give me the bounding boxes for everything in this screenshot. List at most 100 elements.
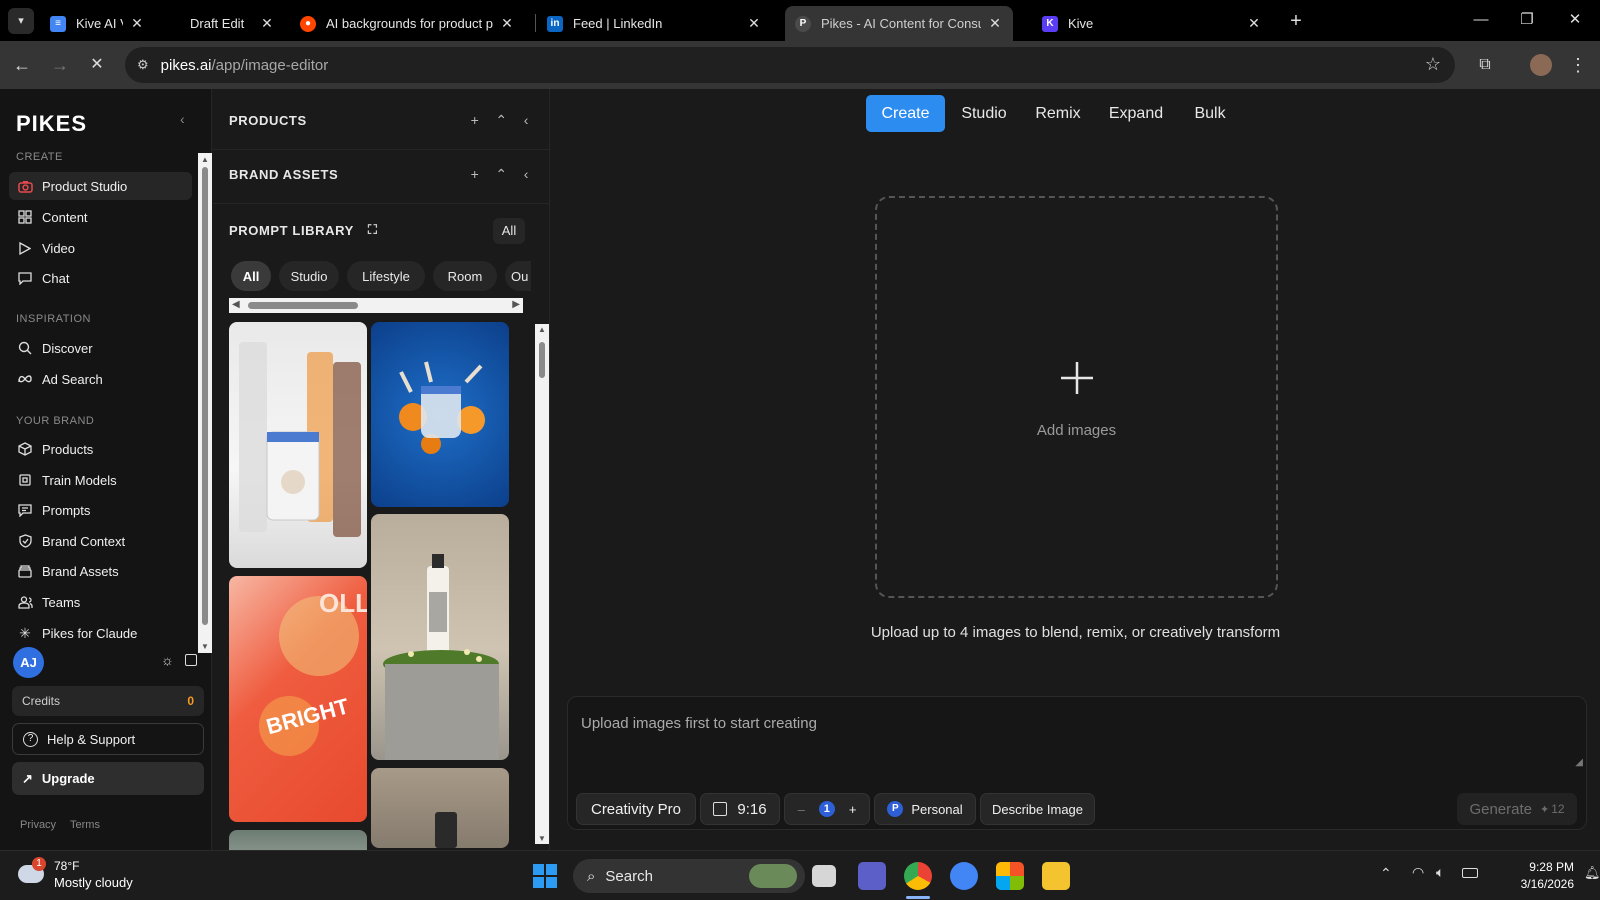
notification-bell-icon[interactable]: 🔔︎ [1584, 865, 1600, 881]
sidebar-item-chat[interactable]: Chat [9, 264, 192, 292]
sidebar-item-products[interactable]: Products [9, 435, 192, 463]
sidebar-item-brand-assets[interactable]: Brand Assets [9, 557, 192, 585]
profile-avatar-icon[interactable] [1530, 54, 1552, 76]
new-tab-icon[interactable]: + [1283, 8, 1309, 34]
expand-icon[interactable]: ⛶ [368, 222, 378, 238]
browser-tab-ai-backgrounds[interactable]: ● AI backgrounds for product pho ✕ [290, 6, 525, 41]
terms-link[interactable]: Terms [70, 819, 100, 831]
image-count-stepper[interactable]: – 1 + [784, 793, 870, 825]
sidebar-item-discover[interactable]: Discover [9, 334, 192, 362]
sidebar-item-video[interactable]: Video [9, 234, 192, 262]
sidebar-item-prompts[interactable]: Prompts [9, 496, 192, 524]
close-icon[interactable]: ✕ [987, 15, 1003, 32]
taskbar-search[interactable]: ⌕ Search [573, 859, 805, 893]
microsoft-store-icon[interactable] [996, 862, 1024, 890]
brand-assets-section-header[interactable]: BRAND ASSETS + ⌃ ‹ [229, 147, 529, 201]
prompt-library-scrollbar[interactable]: ▲ ▼ [535, 324, 549, 844]
close-icon[interactable]: ✕ [129, 15, 145, 32]
chip-room[interactable]: Room [433, 261, 497, 291]
prompt-input[interactable]: Upload images first to start creating ◢ … [567, 696, 1587, 830]
browser-menu-icon[interactable]: ⋮ [1566, 53, 1590, 77]
chevron-left-icon[interactable]: ‹ [524, 112, 529, 128]
browser-tab-pikes[interactable]: P Pikes - AI Content for Consume ✕ [785, 6, 1013, 41]
volume-icon[interactable]: 🔈︎ [1436, 864, 1444, 881]
privacy-link[interactable]: Privacy [20, 819, 56, 831]
browser-tab-kive-ai[interactable]: ≡ Kive AI Vs ✕ [40, 6, 155, 41]
minimize-icon[interactable]: — [1458, 8, 1504, 32]
back-icon[interactable]: ← [10, 53, 34, 77]
sidebar-item-pikes-for-claude[interactable]: ✳ Pikes for Claude [9, 619, 192, 647]
prompt-thumbnail-dark-bottle[interactable] [371, 768, 509, 848]
tab-create[interactable]: Create [866, 95, 945, 132]
prompt-thumbnail-bright-drink[interactable]: BRIGHT OLL [229, 576, 367, 822]
prompt-thumbnail-supplement-jars[interactable] [229, 322, 367, 568]
google-icon[interactable] [950, 862, 978, 890]
close-icon[interactable]: ✕ [499, 15, 515, 32]
stop-loading-icon[interactable]: ✕ [85, 53, 109, 77]
resize-handle-icon[interactable]: ◢ [1575, 757, 1583, 768]
describe-image-button[interactable]: Describe Image [980, 793, 1095, 825]
upgrade-button[interactable]: ↗ Upgrade [12, 762, 204, 795]
avatar[interactable]: AJ [13, 647, 44, 678]
chevron-up-icon[interactable]: ⌃ [495, 112, 507, 129]
products-section-header[interactable]: PRODUCTS + ⌃ ‹ [229, 93, 529, 147]
sidebar-item-train-models[interactable]: Train Models [9, 466, 192, 494]
sidebar-item-brand-context[interactable]: Brand Context [9, 527, 192, 555]
weather-widget[interactable]: 1 78°F Mostly cloudy [18, 857, 158, 893]
prompt-filter-button[interactable]: All [493, 218, 525, 244]
tab-expand[interactable]: Expand [1104, 95, 1168, 132]
extensions-icon[interactable]: ⧉ [1473, 53, 1497, 77]
workspace-select-button[interactable]: P Personal [874, 793, 976, 825]
layout-toggle-icon[interactable] [185, 654, 197, 666]
url-bar[interactable]: ⚙ pikes.ai/app/image-editor ☆ [125, 47, 1455, 83]
wifi-icon[interactable]: ◠ [1412, 864, 1424, 881]
browser-tab-kive[interactable]: K Kive ✕ [1032, 6, 1272, 41]
windows-start-icon[interactable] [533, 864, 557, 888]
sidebar-scrollbar[interactable]: ▲ ▼ [198, 153, 212, 653]
chip-lifestyle[interactable]: Lifestyle [347, 261, 425, 291]
prompt-thumbnail-citrus-jar[interactable] [371, 322, 509, 507]
restore-icon[interactable]: ❐ [1504, 8, 1550, 32]
close-icon[interactable]: ✕ [259, 15, 275, 32]
chevron-left-icon[interactable]: ‹ [524, 166, 529, 182]
generate-button[interactable]: Generate ✦ 12 [1457, 793, 1577, 825]
browser-tab-draft-edit[interactable]: Draft Edit ✕ [180, 6, 285, 41]
sidebar-item-content[interactable]: Content [9, 203, 192, 231]
task-view-icon[interactable] [812, 865, 836, 887]
battery-icon[interactable] [1462, 868, 1478, 878]
model-select-button[interactable]: Creativity Pro [576, 793, 696, 825]
tab-studio[interactable]: Studio [955, 95, 1013, 132]
close-icon[interactable]: ✕ [746, 15, 762, 32]
show-hidden-icons[interactable]: ⌃ [1380, 865, 1392, 882]
add-product-icon[interactable]: + [471, 112, 480, 128]
chrome-icon[interactable] [904, 862, 932, 890]
clock[interactable]: 9:28 PM 3/16/2026 [1496, 859, 1574, 893]
theme-toggle-icon[interactable]: ☼ [161, 652, 174, 668]
sidebar-item-teams[interactable]: Teams [9, 588, 192, 616]
chip-studio[interactable]: Studio [279, 261, 339, 291]
teams-meet-icon[interactable] [858, 862, 886, 890]
chip-all[interactable]: All [231, 261, 271, 291]
tab-remix[interactable]: Remix [1029, 95, 1087, 132]
increment-button[interactable]: + [849, 802, 857, 817]
tab-search-dropdown[interactable]: ▾ [8, 8, 34, 34]
browser-tab-linkedin[interactable]: in Feed | LinkedIn ✕ [537, 6, 772, 41]
site-info-icon[interactable]: ⚙ [137, 57, 149, 73]
forward-icon[interactable]: → [48, 53, 72, 77]
tab-bulk[interactable]: Bulk [1185, 95, 1235, 132]
chip-outdoor[interactable]: Ou [505, 261, 531, 291]
add-brand-asset-icon[interactable]: + [471, 166, 480, 182]
image-dropzone[interactable]: Add images [875, 196, 1278, 598]
help-support-button[interactable]: ? Help & Support [12, 723, 204, 755]
close-icon[interactable]: ✕ [1246, 15, 1262, 32]
chevron-up-icon[interactable]: ⌃ [495, 166, 507, 183]
window-close-icon[interactable]: ✕ [1552, 8, 1598, 32]
bookmark-star-icon[interactable]: ☆ [1425, 54, 1441, 75]
chips-scrollbar[interactable]: ◀ ▶ [229, 298, 523, 313]
decrement-button[interactable]: – [798, 802, 805, 817]
sidebar-item-ad-search[interactable]: Ad Search [9, 365, 192, 393]
collapse-sidebar-icon[interactable]: ‹ [180, 111, 185, 127]
prompt-thumbnail-bottle-on-concrete[interactable] [371, 514, 509, 760]
file-explorer-icon[interactable] [1042, 862, 1070, 890]
sidebar-item-product-studio[interactable]: Product Studio [9, 172, 192, 200]
